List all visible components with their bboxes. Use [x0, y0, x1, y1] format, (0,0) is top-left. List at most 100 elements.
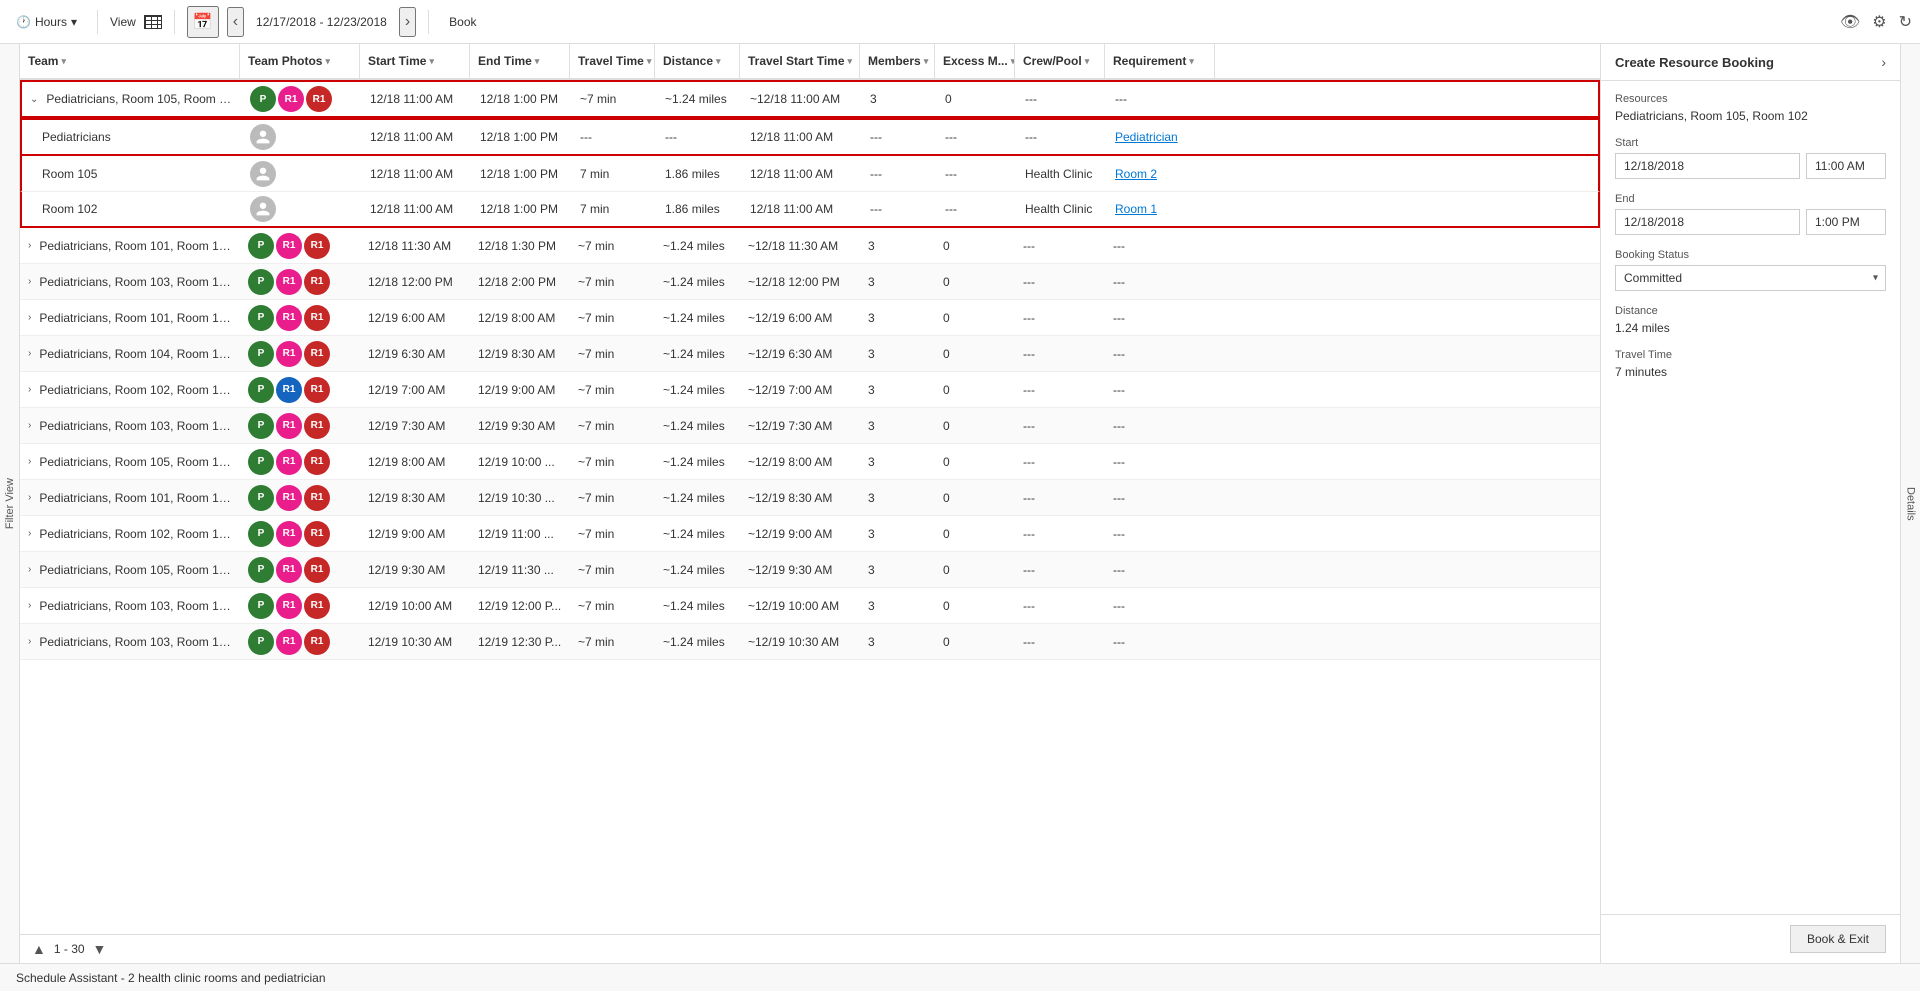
details-label[interactable]: Details [1903, 479, 1919, 529]
start-field: Start [1615, 137, 1886, 179]
table-row[interactable]: › Pediatricians, Room 104, Room 101 PR1R… [20, 336, 1600, 372]
expand-toggle[interactable]: › [28, 492, 31, 503]
refresh-icon-button[interactable]: ↻ [1899, 12, 1912, 32]
start-date-input[interactable] [1615, 153, 1800, 179]
expand-toggle[interactable]: › [28, 528, 31, 539]
expand-toggle[interactable]: › [28, 276, 31, 287]
book-button[interactable]: Book [441, 11, 484, 33]
cell-end: 12/19 8:00 AM [470, 307, 570, 329]
cell-team: Room 105 [22, 163, 242, 185]
col-header-distance[interactable]: Distance ▾ [655, 44, 740, 78]
col-header-req[interactable]: Requirement ▾ [1105, 44, 1215, 78]
end-time-input[interactable] [1806, 209, 1886, 235]
cell-photos [242, 157, 362, 191]
table-row[interactable]: › Pediatricians, Room 105, Room 101 PR1R… [20, 444, 1600, 480]
cell-team: Room 102 [22, 198, 242, 220]
table-row[interactable]: › Pediatricians, Room 102, Room 105 PR1R… [20, 516, 1600, 552]
cell-travel-start: ~12/19 6:00 AM [740, 307, 860, 329]
end-date-input[interactable] [1615, 209, 1800, 235]
table-row[interactable]: › Pediatricians, Room 101, Room 102 PR1R… [20, 480, 1600, 516]
view-grid-icon[interactable] [144, 15, 162, 29]
col-header-travel-start[interactable]: Travel Start Time ▾ [740, 44, 860, 78]
team-name: Room 102 [42, 202, 97, 216]
table-row[interactable]: Pediatricians 12/18 11:00 AM 12/18 1:00 … [20, 118, 1600, 156]
table-row[interactable]: › Pediatricians, Room 101, Room 104 PR1R… [20, 228, 1600, 264]
col-header-excess[interactable]: Excess M... ▾ [935, 44, 1015, 78]
pagination-next[interactable]: ▼ [93, 941, 107, 957]
expand-toggle[interactable]: ⌄ [30, 94, 38, 105]
cell-excess: 0 [935, 595, 1015, 617]
cell-members: 3 [860, 559, 935, 581]
cell-members: 3 [860, 415, 935, 437]
eye-icon-button[interactable]: 👁 [1840, 12, 1860, 32]
col-header-travel[interactable]: Travel Time ▾ [570, 44, 655, 78]
expand-toggle[interactable]: › [28, 348, 31, 359]
cell-team: › Pediatricians, Room 103, Room 105 [20, 271, 240, 293]
prev-date-button[interactable]: ‹ [227, 7, 244, 37]
expand-toggle[interactable]: › [28, 240, 31, 251]
avatar-circle: R1 [276, 377, 302, 403]
pagination-prev[interactable]: ▲ [32, 941, 46, 957]
cell-travel-start: ~12/19 6:30 AM [740, 343, 860, 365]
req-link[interactable]: Pediatrician [1115, 130, 1178, 144]
cell-end: 12/18 1:00 PM [472, 88, 572, 110]
col-header-photos[interactable]: Team Photos ▾ [240, 44, 360, 78]
cell-excess: 0 [935, 451, 1015, 473]
req-link[interactable]: Room 2 [1115, 167, 1157, 181]
filter-view-label[interactable]: Filter View [2, 470, 18, 537]
req-value: --- [1113, 563, 1125, 577]
start-inputs [1615, 153, 1886, 179]
cell-end: 12/19 8:30 AM [470, 343, 570, 365]
cell-distance: ~1.24 miles [655, 631, 740, 653]
expand-toggle[interactable]: › [28, 636, 31, 647]
cell-photos: PR1R1 [240, 337, 360, 371]
req-link[interactable]: Room 1 [1115, 202, 1157, 216]
cell-photos: PR1R1 [240, 229, 360, 263]
col-header-team[interactable]: Team ▾ [20, 44, 240, 78]
table-row[interactable]: › Pediatricians, Room 105, Room 103 PR1R… [20, 552, 1600, 588]
next-date-button[interactable]: › [399, 7, 416, 37]
table-row[interactable]: › Pediatricians, Room 103, Room 102 PR1R… [20, 624, 1600, 660]
col-header-start[interactable]: Start Time ▾ [360, 44, 470, 78]
table-row[interactable]: Room 102 12/18 11:00 AM 12/18 1:00 PM 7 … [20, 192, 1600, 228]
cell-photos: PR1R1 [242, 82, 362, 116]
booking-status-select[interactable]: Committed Tentative Canceled [1615, 265, 1886, 291]
avatar-circle: R1 [304, 593, 330, 619]
avatar-circle: R1 [276, 449, 302, 475]
expand-toggle[interactable]: › [28, 420, 31, 431]
table-row[interactable]: › Pediatricians, Room 103, Room 105 PR1R… [20, 588, 1600, 624]
expand-toggle[interactable]: › [28, 312, 31, 323]
table-row[interactable]: › Pediatricians, Room 103, Room 101 PR1R… [20, 408, 1600, 444]
book-exit-button[interactable]: Book & Exit [1790, 925, 1886, 953]
table-row[interactable]: › Pediatricians, Room 103, Room 105 PR1R… [20, 264, 1600, 300]
cell-team: › Pediatricians, Room 103, Room 102 [20, 631, 240, 653]
start-time-input[interactable] [1806, 153, 1886, 179]
cell-distance: ~1.24 miles [655, 451, 740, 473]
cell-excess: 0 [935, 415, 1015, 437]
right-panel-expand-icon[interactable]: › [1881, 54, 1886, 70]
table-row[interactable]: ⌄ Pediatricians, Room 105, Room 102 PR1R… [20, 80, 1600, 118]
cell-req: --- [1105, 487, 1215, 509]
col-header-crew[interactable]: Crew/Pool ▾ [1015, 44, 1105, 78]
expand-toggle[interactable]: › [28, 456, 31, 467]
table-row[interactable]: Room 105 12/18 11:00 AM 12/18 1:00 PM 7 … [20, 156, 1600, 192]
table-row[interactable]: › Pediatricians, Room 102, Room 101 PR1R… [20, 372, 1600, 408]
hours-button[interactable]: 🕐 Hours ▾ [8, 11, 85, 33]
table-row[interactable]: › Pediatricians, Room 101, Room 105 PR1R… [20, 300, 1600, 336]
cell-travel: ~7 min [570, 487, 655, 509]
expand-toggle[interactable]: › [28, 600, 31, 611]
calendar-icon[interactable]: 📅 [187, 6, 219, 38]
avatar-circle: R1 [304, 557, 330, 583]
expand-toggle[interactable]: › [28, 564, 31, 575]
cell-end: 12/18 1:30 PM [470, 235, 570, 257]
col-header-members[interactable]: Members ▾ [860, 44, 935, 78]
req-value: --- [1113, 239, 1125, 253]
expand-toggle[interactable]: › [28, 384, 31, 395]
col-header-end[interactable]: End Time ▾ [470, 44, 570, 78]
settings-icon-button[interactable]: ⚙ [1872, 12, 1886, 32]
cell-travel: ~7 min [570, 379, 655, 401]
grid-body[interactable]: ⌄ Pediatricians, Room 105, Room 102 PR1R… [20, 80, 1600, 934]
team-name: Pediatricians [42, 130, 111, 144]
cell-start: 12/19 9:00 AM [360, 523, 470, 545]
cell-members: 3 [860, 523, 935, 545]
